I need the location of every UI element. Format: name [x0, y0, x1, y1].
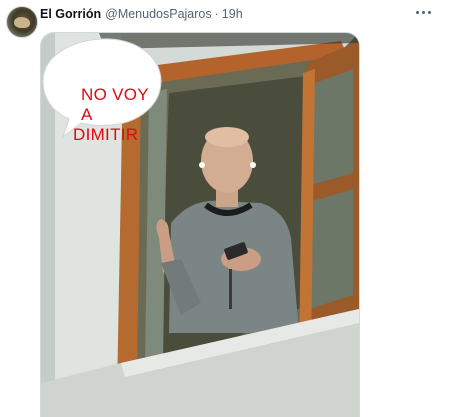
speech-line: DIMITIR [73, 125, 139, 144]
author-handle[interactable]: @MenudosPajaros [105, 7, 212, 21]
more-options-icon[interactable] [412, 2, 434, 22]
sparrow-icon [14, 17, 30, 28]
author-name[interactable]: El Gorrión [40, 7, 101, 21]
separator-dot: · [214, 7, 219, 21]
tweet-header: El Gorrión @MenudosPajaros · 19h [40, 5, 243, 23]
tweet[interactable]: El Gorrión @MenudosPajaros · 19h NO VOY … [0, 0, 474, 417]
author-avatar[interactable] [6, 6, 38, 38]
tweet-media[interactable]: NO VOY A DIMITIR [40, 32, 360, 417]
speech-bubble-text: NO VOY A DIMITIR [67, 85, 171, 145]
speech-line: A [81, 105, 93, 124]
speech-line: NO VOY [81, 85, 149, 104]
tweet-timestamp[interactable]: 19h [222, 7, 243, 21]
